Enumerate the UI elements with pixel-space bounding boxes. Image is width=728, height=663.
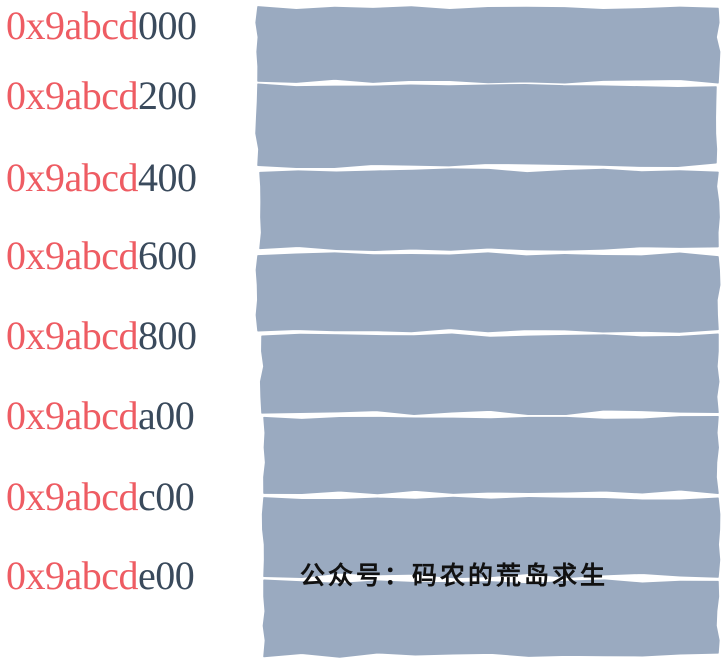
address-label-2: 0x9abcd400 [6,154,197,202]
address-label-4: 0x9abcd800 [6,312,197,360]
address-prefix: 0x9abcd [6,313,139,358]
address-prefix: 0x9abcd [6,233,139,278]
memory-block-3 [255,252,721,333]
address-label-0: 0x9abcd000 [6,2,197,50]
memory-block-4 [259,333,720,416]
address-suffix: c00 [138,474,195,519]
memory-block-2 [259,168,720,252]
address-label-6: 0x9abcdc00 [6,473,195,521]
address-suffix: 400 [138,155,197,200]
address-suffix: 200 [138,73,197,118]
address-label-5: 0x9abcda00 [6,392,195,440]
address-prefix: 0x9abcd [6,393,139,438]
address-suffix: 600 [138,233,197,278]
address-prefix: 0x9abcd [6,155,139,200]
address-prefix: 0x9abcd [6,73,139,118]
address-suffix: a00 [138,393,195,438]
address-label-7: 0x9abcde00 [6,552,195,600]
address-suffix: e00 [138,553,195,598]
address-label-1: 0x9abcd200 [6,72,197,120]
memory-block-1 [255,83,718,168]
address-label-3: 0x9abcd600 [6,232,197,280]
address-suffix: 000 [138,3,197,48]
memory-block-5 [263,415,719,495]
address-suffix: 800 [138,313,197,358]
address-prefix: 0x9abcd [6,474,139,519]
watermark-text: 公众号：码农的荒岛求生 [300,561,609,590]
memory-block-0 [255,6,721,84]
address-prefix: 0x9abcd [6,3,139,48]
address-prefix: 0x9abcd [6,553,139,598]
